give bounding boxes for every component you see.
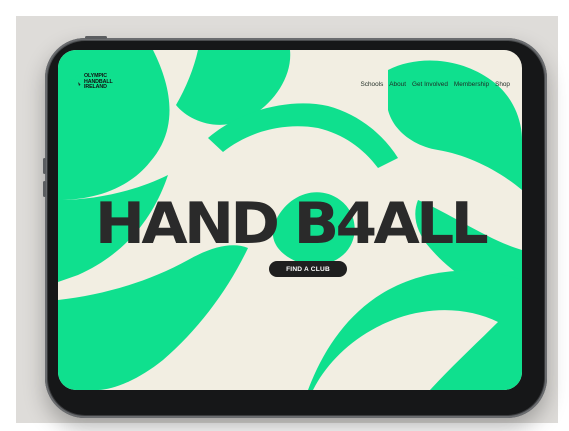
- find-a-club-button[interactable]: FIND A CLUB: [269, 261, 347, 277]
- top-nav: Schools About Get Involved Membership Sh…: [361, 81, 510, 88]
- green-shape-top-right: [388, 60, 522, 190]
- cream-curve-bottom-left: [208, 300, 280, 390]
- website-screen: OLYMPIC HANDBALL IRELAND Schools About G…: [58, 50, 522, 390]
- nav-schools[interactable]: Schools: [361, 81, 384, 88]
- brand-line-3: IRELAND: [84, 84, 107, 91]
- hero-title: HAND B4ALL: [94, 191, 489, 257]
- brand-logo[interactable]: OLYMPIC HANDBALL IRELAND: [68, 73, 113, 91]
- nav-about[interactable]: About: [389, 81, 406, 88]
- nav-get-involved[interactable]: Get Involved: [412, 81, 448, 88]
- nav-shop[interactable]: Shop: [495, 81, 510, 88]
- brand-name: OLYMPIC HANDBALL IRELAND: [84, 73, 113, 91]
- volume-down-button: [43, 181, 46, 197]
- handball-player-icon: [68, 75, 81, 90]
- green-shape-top-left: [58, 50, 170, 200]
- nav-membership[interactable]: Membership: [454, 81, 489, 88]
- volume-up-button: [43, 158, 46, 174]
- power-button: [85, 36, 107, 39]
